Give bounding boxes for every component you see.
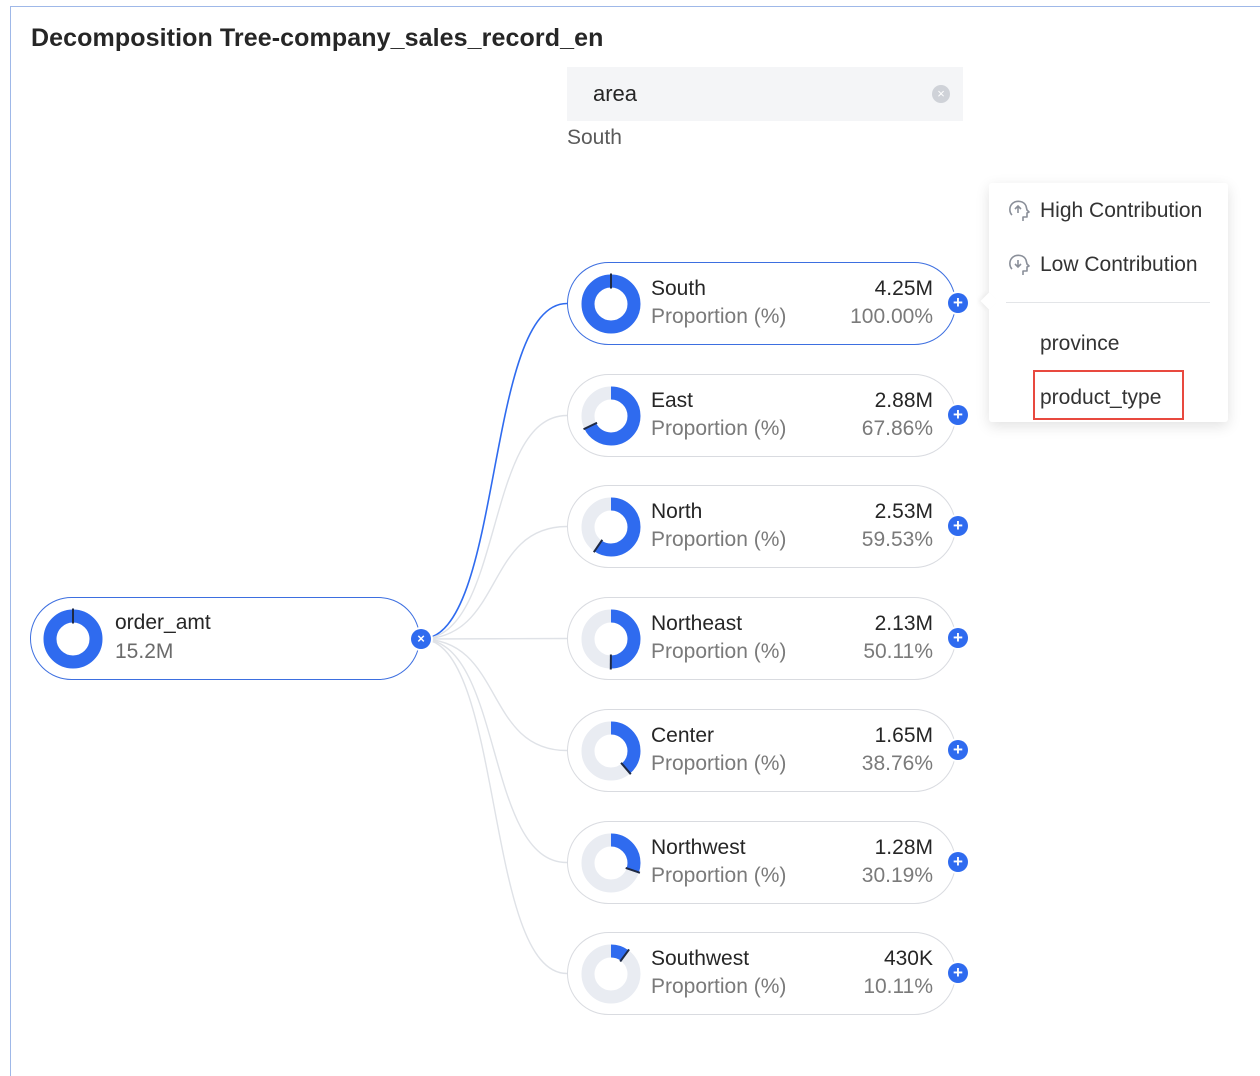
page-title: Decomposition Tree-company_sales_record_… xyxy=(31,24,604,52)
filter-value: South xyxy=(567,126,622,149)
menu-low-contribution-label: Low Contribution xyxy=(1040,253,1198,276)
filter-chip-area[interactable]: area × xyxy=(567,67,963,121)
menu-item-province[interactable]: province xyxy=(1040,332,1119,356)
expand-node-button[interactable]: + xyxy=(948,628,968,648)
node-value: 430K xyxy=(883,947,933,970)
node-name: South xyxy=(651,277,706,300)
donut-chart-icon xyxy=(581,609,641,670)
node-sublabel: Proportion (%) xyxy=(651,864,787,887)
node-name: Southwest xyxy=(651,947,750,970)
node-proportion: 38.76% xyxy=(861,752,933,775)
root-value: 15.2M xyxy=(115,640,174,663)
tree-node-center[interactable]: Center 1.65M Proportion (%) 38.76% xyxy=(567,709,956,792)
node-sublabel: Proportion (%) xyxy=(651,640,787,663)
root-name: order_amt xyxy=(115,611,211,634)
donut-chart-icon xyxy=(581,386,641,446)
donut-chart-icon xyxy=(581,497,641,557)
menu-item-product-type[interactable]: product_type xyxy=(1040,386,1161,410)
node-proportion: 59.53% xyxy=(861,528,933,551)
node-name: Northwest xyxy=(651,836,746,859)
node-sublabel: Proportion (%) xyxy=(651,752,787,775)
node-proportion: 100.00% xyxy=(850,305,933,328)
donut-track xyxy=(581,944,641,1004)
tree-node-northeast[interactable]: Northeast 2.13M Proportion (%) 50.11% xyxy=(567,597,956,680)
root-donut-icon xyxy=(43,608,103,669)
ai-head-up-icon xyxy=(1009,200,1030,221)
collapse-root-button[interactable]: × xyxy=(411,629,431,649)
node-name: North xyxy=(651,500,703,523)
node-sublabel: Proportion (%) xyxy=(651,975,787,998)
tree-node-south[interactable]: South 4.25M Proportion (%) 100.00% xyxy=(567,262,956,345)
node-proportion: 10.11% xyxy=(863,975,933,998)
node-name: Center xyxy=(651,724,715,747)
node-proportion: 30.19% xyxy=(861,864,933,887)
node-proportion: 50.11% xyxy=(863,640,933,663)
node-name: Northeast xyxy=(651,612,743,635)
donut-chart-icon xyxy=(581,721,641,781)
node-name: East xyxy=(651,389,694,412)
donut-chart-icon xyxy=(581,273,641,334)
tree-node-southwest[interactable]: Southwest 430K Proportion (%) 10.11% xyxy=(567,932,956,1015)
node-proportion: 67.86% xyxy=(861,417,933,440)
donut-chart-icon xyxy=(581,833,641,893)
clear-filter-icon[interactable]: × xyxy=(932,85,950,103)
menu-high-contribution-label: High Contribution xyxy=(1040,199,1203,222)
menu-item-low-contribution[interactable]: Low Contribution xyxy=(989,244,1228,288)
node-value: 2.53M xyxy=(874,500,933,523)
ai-head-down-icon xyxy=(1009,254,1030,275)
tree-node-northwest[interactable]: Northwest 1.28M Proportion (%) 30.19% xyxy=(567,821,956,904)
expand-node-button[interactable]: + xyxy=(948,740,968,760)
expand-node-button[interactable]: + xyxy=(948,293,968,313)
root-node[interactable]: order_amt 15.2M xyxy=(30,597,420,680)
node-sublabel: Proportion (%) xyxy=(651,417,787,440)
expand-node-button[interactable]: + xyxy=(948,852,968,872)
node-sublabel: Proportion (%) xyxy=(651,305,787,328)
expand-node-button[interactable]: + xyxy=(948,405,968,425)
expand-node-button[interactable]: + xyxy=(948,963,968,983)
expand-node-button[interactable]: + xyxy=(948,516,968,536)
node-value: 4.25M xyxy=(874,277,933,300)
filter-label: area xyxy=(593,81,638,106)
node-value: 2.88M xyxy=(874,389,933,412)
tree-node-east[interactable]: East 2.88M Proportion (%) 67.86% xyxy=(567,374,956,457)
tree-node-north[interactable]: North 2.53M Proportion (%) 59.53% xyxy=(567,485,956,568)
node-value: 1.28M xyxy=(874,836,933,859)
menu-divider xyxy=(1006,302,1210,303)
node-sublabel: Proportion (%) xyxy=(651,528,787,551)
context-menu: High Contribution Low Contribution provi… xyxy=(980,183,1228,422)
donut-chart-icon xyxy=(581,944,641,1004)
node-value: 2.13M xyxy=(874,612,933,635)
node-value: 1.65M xyxy=(874,724,933,747)
menu-item-high-contribution[interactable]: High Contribution xyxy=(989,190,1228,234)
